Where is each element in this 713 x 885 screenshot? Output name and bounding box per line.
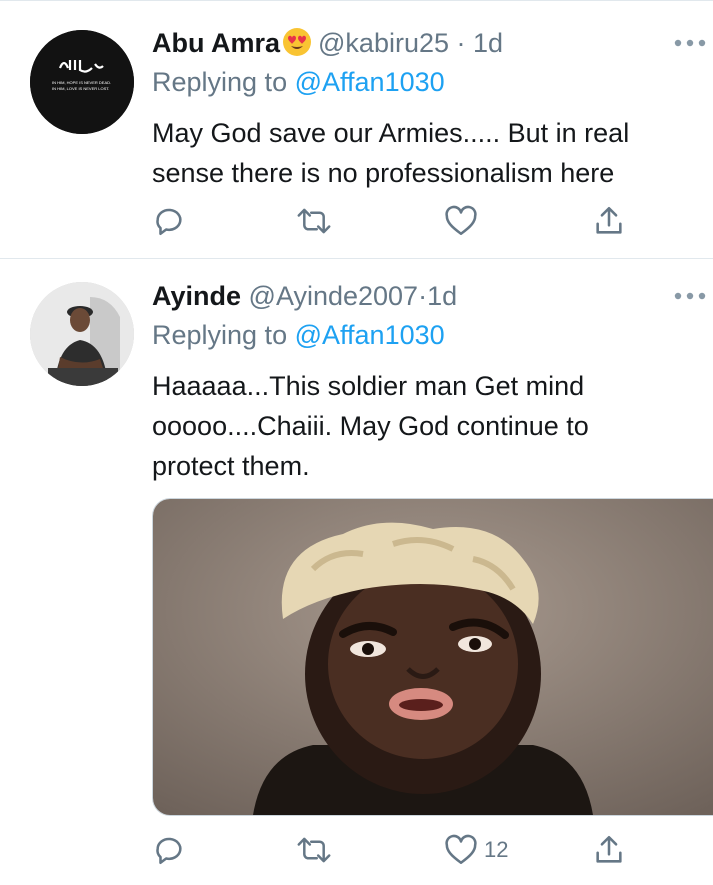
timestamp[interactable]: 1d [473, 28, 503, 58]
like-button[interactable]: 12 [444, 833, 508, 867]
avatar-image: IN HIM, HOPE IS NEVER DEAD. IN HIM, LOVE… [30, 30, 134, 134]
tweet-header: Ayinde @Ayinde2007·1d [152, 280, 457, 312]
replying-to: Replying to @Affan1030 [152, 66, 445, 98]
replying-to-label: Replying to [152, 67, 288, 97]
tweet-text-line: protect them. [152, 451, 310, 481]
replying-to: Replying to @Affan1030 [152, 319, 445, 351]
avatar-image [30, 282, 134, 386]
avatar-caption-line2: IN HIM, LOVE IS NEVER LOST. [52, 86, 109, 91]
like-button[interactable] [444, 204, 484, 238]
more-icon[interactable] [673, 38, 713, 58]
separator-dot: · [456, 28, 466, 58]
action-bar: 12 [152, 833, 632, 873]
share-button[interactable] [592, 833, 626, 867]
retweet-icon [297, 837, 331, 863]
retweet-icon [297, 208, 331, 234]
tweet-text-line: sense there is no professionalism here [152, 158, 615, 188]
replying-to-handle-link[interactable]: @Affan1030 [295, 320, 445, 350]
like-icon [445, 205, 477, 236]
avatar[interactable]: IN HIM, HOPE IS NEVER DEAD. IN HIM, LOVE… [30, 30, 134, 134]
tweet-text-line: May God save our Armies..... But in real [152, 118, 630, 148]
action-bar [152, 204, 632, 244]
replying-to-handle-link[interactable]: @Affan1030 [295, 67, 445, 97]
tweet[interactable]: IN HIM, HOPE IS NEVER DEAD. IN HIM, LOVE… [0, 0, 713, 258]
retweet-button[interactable] [296, 204, 332, 238]
tweet-header: Abu Amra @kabiru25 · 1d [152, 27, 503, 59]
avatar[interactable] [30, 282, 134, 386]
tweet-text-line: Haaaaa...This soldier man Get mind [152, 371, 585, 401]
replying-to-label: Replying to [152, 320, 288, 350]
timestamp[interactable]: 1d [427, 281, 457, 311]
reply-button[interactable] [152, 204, 186, 238]
reply-icon [156, 837, 182, 865]
display-name[interactable]: Abu Amra [152, 28, 280, 58]
attached-image[interactable] [152, 498, 713, 816]
tweet-text: Haaaaa...This soldier man Get mind ooooo… [152, 366, 692, 486]
heart-eyes-emoji-icon [282, 27, 312, 57]
share-icon [596, 835, 622, 863]
user-handle[interactable]: @Ayinde2007 [249, 281, 419, 311]
share-button[interactable] [592, 204, 626, 238]
reply-button[interactable] [152, 833, 186, 867]
like-count: 12 [484, 837, 509, 862]
display-name[interactable]: Ayinde [152, 281, 241, 311]
separator-dot: · [418, 281, 428, 311]
tweet-text: May God save our Armies..... But in real… [152, 113, 692, 193]
reply-icon [156, 208, 182, 236]
avatar-caption-line1: IN HIM, HOPE IS NEVER DEAD. [52, 80, 111, 85]
retweet-button[interactable] [296, 833, 332, 867]
share-icon [596, 206, 622, 234]
like-icon [445, 834, 477, 865]
more-icon[interactable] [673, 291, 713, 311]
user-handle[interactable]: @kabiru25 [318, 28, 449, 58]
media-photo [153, 499, 713, 815]
tweet[interactable]: Ayinde @Ayinde2007·1d Replying to @Affan… [0, 259, 713, 885]
tweet-text-line: ooooo....Chaiii. May God continue to [152, 411, 589, 441]
